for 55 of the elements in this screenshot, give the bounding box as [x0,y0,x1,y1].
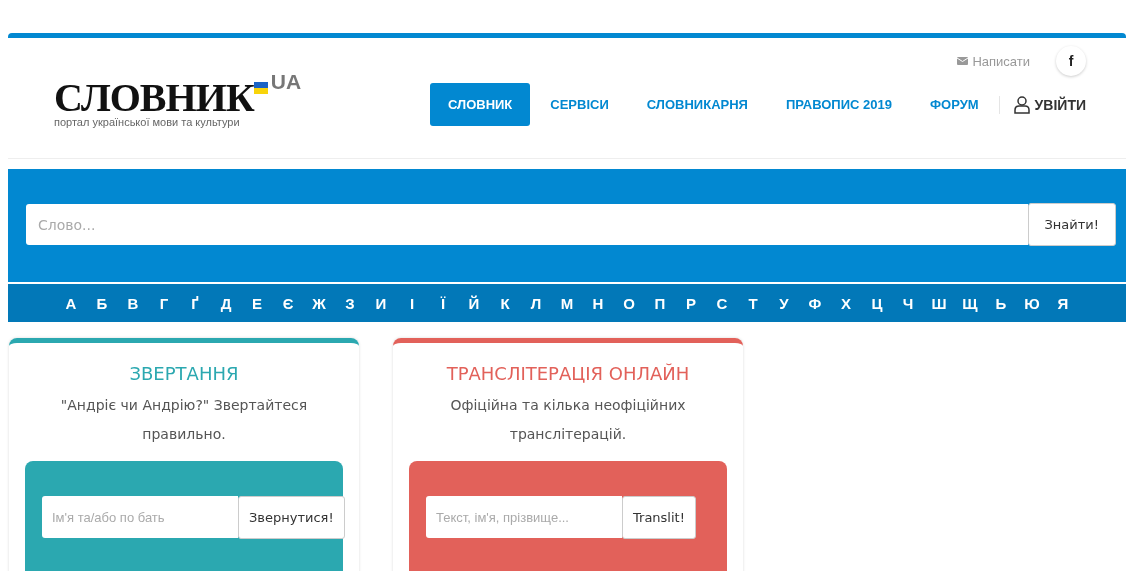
nav-tab[interactable]: ФОРУМ [912,83,997,126]
card-title: ТРАНСЛІТЕРАЦІЯ ОНЛАЙН [446,363,690,384]
letter-link[interactable]: Ц [861,294,893,312]
submit-button[interactable]: Звернутися! [238,496,345,539]
letter-link[interactable]: Щ [954,294,986,312]
flag-icon [253,82,268,94]
input-field[interactable]: Ім'я та/або по бать [42,496,238,538]
letter-link[interactable]: Д [210,294,242,312]
letter-link[interactable]: К [489,294,521,312]
letter-link[interactable]: З [334,294,366,312]
letter-link[interactable]: Х [830,294,862,312]
user-icon [1013,95,1030,114]
letter-link[interactable]: Н [582,294,614,312]
nav-tab[interactable]: СЕРВІСИ [532,83,627,126]
facebook-button[interactable]: f [1056,46,1086,76]
logo-suffix: UA [270,70,302,94]
letter-link[interactable]: Б [86,294,118,312]
write-link[interactable]: Написати [957,53,1030,69]
input-field[interactable]: Текст, ім'я, прізвище... [426,496,622,538]
letter-link[interactable]: А [55,294,87,312]
letter-link[interactable]: Р [675,294,707,312]
letter-link[interactable]: С [706,294,738,312]
card-description: "Андріє чи Андрію?" Звертайтеся правильно. [59,396,309,444]
card-title: ЗВЕРТАННЯ [129,363,239,384]
letter-link[interactable]: Е [241,294,273,312]
letter-link[interactable]: Я [1047,294,1079,312]
letter-link[interactable]: Ь [985,294,1017,312]
search-field[interactable]: Слово... [26,204,1028,245]
letter-link[interactable]: Т [737,294,769,312]
letter-link[interactable]: Й [458,294,490,312]
letter-link[interactable]: М [551,294,583,312]
letter-link[interactable]: О [613,294,645,312]
nav-tab[interactable]: СЛОВНИКАРНЯ [628,83,766,126]
card-description: Офіційна та кілька неофіційних транслітерацій. [449,396,687,444]
letter-link[interactable]: П [644,294,676,312]
letter-link[interactable]: В [117,294,149,312]
letter-link[interactable]: Ш [923,294,955,312]
letter-link[interactable]: У [768,294,800,312]
letter-link[interactable]: Ґ [179,294,211,312]
nav-tab[interactable]: ПРАВОПИС 2019 [767,83,910,126]
letter-link[interactable]: Ж [303,294,335,312]
letter-link[interactable]: Ю [1016,294,1048,312]
nav-tab[interactable]: СЛОВНИК [429,83,531,126]
letter-link[interactable]: Г [148,294,180,312]
letter-link[interactable]: И [365,294,397,312]
search-button[interactable]: Знайти! [1027,203,1116,246]
letter-link[interactable]: Ф [799,294,831,312]
letter-link[interactable]: І [396,294,428,312]
letter-link[interactable]: Ч [892,294,924,312]
letter-link[interactable]: Л [520,294,552,312]
letter-link[interactable]: Є [272,294,304,312]
letter-link[interactable]: Ї [427,294,459,312]
mail-icon [957,57,969,65]
login-link[interactable]: УВІЙТИ [1013,95,1086,114]
submit-button[interactable]: Translit! [622,496,696,539]
